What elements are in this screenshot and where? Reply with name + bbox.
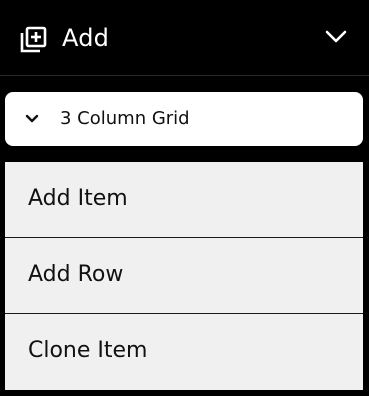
add-item-menu-item[interactable]: Add Item <box>5 162 363 238</box>
clone-item-menu-item[interactable]: Clone Item <box>5 313 363 389</box>
chevron-down-icon <box>25 114 39 123</box>
grid-layout-dropdown[interactable]: 3 Column Grid <box>5 92 363 146</box>
add-row-menu-item[interactable]: Add Row <box>5 237 363 313</box>
add-panel: Add 3 Column Grid Add Item Add Row Clone… <box>0 0 369 396</box>
menu-item-label: Clone Item <box>28 338 148 363</box>
menu-item-label: Add Item <box>28 186 128 211</box>
menu-item-label: Add Row <box>28 262 124 287</box>
add-menu: Add Item Add Row Clone Item <box>5 162 363 390</box>
panel-title: Add <box>62 24 110 52</box>
panel-header[interactable]: Add <box>0 0 369 76</box>
add-box-icon <box>20 26 47 53</box>
grid-layout-value: 3 Column Grid <box>60 108 190 129</box>
chevron-down-icon[interactable] <box>324 28 348 46</box>
